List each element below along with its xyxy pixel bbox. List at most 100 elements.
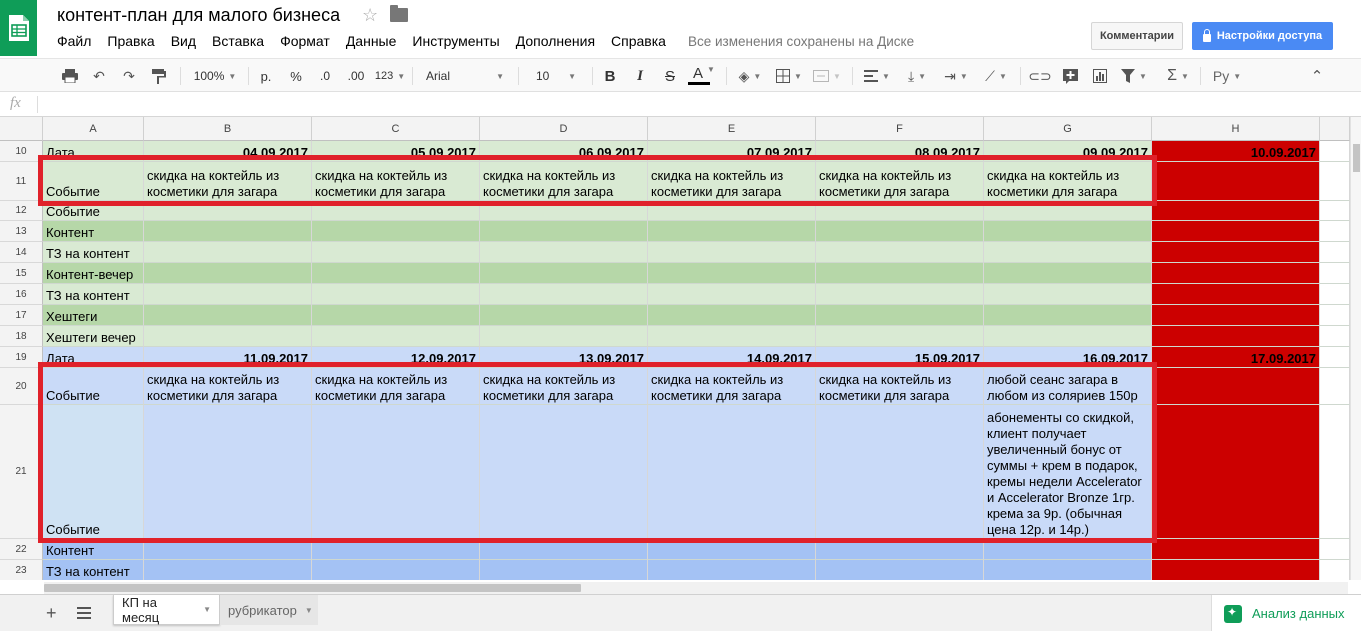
chevron-down-icon[interactable]: ▼ [203, 605, 211, 614]
cell[interactable] [312, 263, 480, 284]
menu-edit[interactable]: Правка [107, 33, 154, 49]
menu-format[interactable]: Формат [280, 33, 330, 49]
date-cell[interactable]: 05.09.2017 [312, 141, 480, 162]
cell[interactable] [984, 560, 1152, 580]
star-icon[interactable]: ☆ [362, 5, 378, 26]
share-button[interactable]: Настройки доступа [1192, 22, 1333, 50]
cell[interactable] [816, 405, 984, 539]
row-label-cell[interactable]: Событие [43, 405, 144, 539]
cell[interactable] [648, 221, 816, 242]
cell[interactable] [312, 242, 480, 263]
cell[interactable]: скидка на коктейль из косметики для зага… [144, 162, 312, 201]
cell[interactable] [312, 305, 480, 326]
empty-cell[interactable] [1320, 141, 1350, 162]
vertical-scrollbar[interactable] [1350, 117, 1361, 580]
date-cell[interactable]: 09.09.2017 [984, 141, 1152, 162]
cell[interactable] [1152, 263, 1320, 284]
font-size-select[interactable]: 10 ▼ [528, 65, 584, 87]
cell[interactable] [312, 221, 480, 242]
document-title[interactable]: контент-план для малого бизнеса [57, 5, 340, 26]
row-header[interactable]: 20 [0, 368, 43, 405]
insert-comment-icon[interactable] [1059, 65, 1081, 87]
row-header[interactable]: 15 [0, 263, 43, 284]
cell[interactable] [1152, 221, 1320, 242]
cell[interactable] [144, 539, 312, 560]
cell[interactable] [144, 263, 312, 284]
row-header[interactable]: 18 [0, 326, 43, 347]
row-label-cell[interactable]: Контент [43, 221, 144, 242]
cell[interactable] [312, 405, 480, 539]
menu-data[interactable]: Данные [346, 33, 397, 49]
menu-file[interactable]: Файл [57, 33, 91, 49]
cell[interactable] [648, 305, 816, 326]
row-label-cell[interactable]: ТЗ на контент [43, 560, 144, 580]
cell[interactable] [312, 560, 480, 580]
cell[interactable] [480, 305, 648, 326]
empty-cell[interactable] [1320, 263, 1350, 284]
sheet-tab-other[interactable]: рубрикатор ▼ [220, 595, 318, 625]
row-header[interactable]: 11 [0, 162, 43, 201]
cell[interactable] [480, 539, 648, 560]
cell[interactable] [144, 221, 312, 242]
cell[interactable] [1152, 326, 1320, 347]
cell[interactable] [312, 326, 480, 347]
cell[interactable] [144, 326, 312, 347]
row-header[interactable]: 23 [0, 560, 43, 580]
strikethrough-button[interactable]: S [660, 65, 680, 87]
row-label-cell[interactable]: Дата [43, 347, 144, 368]
empty-cell[interactable] [1320, 162, 1350, 201]
cell[interactable] [144, 405, 312, 539]
menu-insert[interactable]: Вставка [212, 33, 264, 49]
font-family-select[interactable]: Arial ▼ [420, 65, 510, 87]
cell[interactable] [984, 305, 1152, 326]
column-header[interactable]: A [43, 117, 144, 141]
cell[interactable] [1152, 242, 1320, 263]
column-header[interactable]: D [480, 117, 648, 141]
row-label-cell[interactable]: Хештеги вечер [43, 326, 144, 347]
row-header[interactable]: 19 [0, 347, 43, 368]
date-cell[interactable]: 16.09.2017 [984, 347, 1152, 368]
row-header[interactable]: 22 [0, 539, 43, 560]
horizontal-align-icon[interactable]: ▼ [862, 65, 892, 87]
fill-color-icon[interactable]: ◈ ▼ [735, 65, 765, 87]
cell[interactable] [648, 560, 816, 580]
empty-cell[interactable] [1320, 305, 1350, 326]
cell[interactable] [1152, 305, 1320, 326]
cell[interactable] [984, 221, 1152, 242]
cell[interactable] [480, 284, 648, 305]
cell[interactable] [984, 326, 1152, 347]
cell[interactable] [648, 284, 816, 305]
row-label-cell[interactable]: Событие [43, 368, 144, 405]
row-header[interactable]: 16 [0, 284, 43, 305]
borders-icon[interactable]: ▼ [774, 65, 804, 87]
cell[interactable] [480, 201, 648, 221]
menu-tools[interactable]: Инструменты [412, 33, 499, 49]
date-cell[interactable]: 17.09.2017 [1152, 347, 1320, 368]
column-header[interactable]: H [1152, 117, 1320, 141]
cell[interactable] [984, 284, 1152, 305]
cell[interactable] [1152, 560, 1320, 580]
input-tools-select[interactable]: Ру ▼ [1207, 65, 1247, 87]
menu-addons[interactable]: Дополнения [516, 33, 595, 49]
cell[interactable] [144, 242, 312, 263]
cell[interactable] [480, 263, 648, 284]
cell[interactable]: абонементы со скидкой, клиент получает у… [984, 405, 1152, 539]
cell[interactable] [816, 221, 984, 242]
sheet-tab-active[interactable]: КП на месяц ▼ [113, 595, 220, 625]
row-label-cell[interactable]: Дата [43, 141, 144, 162]
row-label-cell[interactable]: Событие [43, 201, 144, 221]
row-header[interactable]: 13 [0, 221, 43, 242]
cell[interactable] [480, 242, 648, 263]
cell[interactable] [480, 221, 648, 242]
cell[interactable] [1152, 162, 1320, 201]
cell[interactable] [984, 201, 1152, 221]
empty-cell[interactable] [1320, 405, 1350, 539]
cell[interactable]: скидка на коктейль из косметики для зага… [480, 368, 648, 405]
cell[interactable] [144, 201, 312, 221]
sheets-logo-icon[interactable] [0, 0, 37, 56]
cell[interactable] [816, 242, 984, 263]
cell[interactable] [984, 242, 1152, 263]
cell[interactable]: скидка на коктейль из косметики для зага… [312, 162, 480, 201]
text-wrap-icon[interactable]: ⇥ ▼ [940, 65, 972, 87]
cell[interactable] [816, 263, 984, 284]
